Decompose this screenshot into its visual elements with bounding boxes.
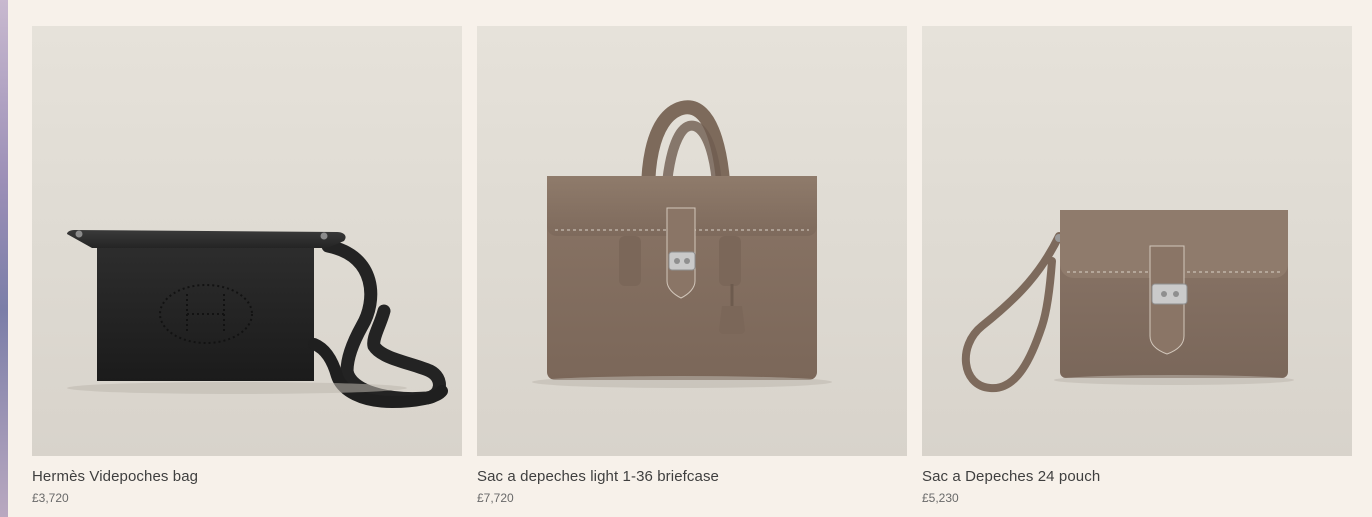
product-card-videpoches-bag[interactable]: Hermès Videpoches bag £3,720 — [32, 26, 462, 517]
product-title[interactable]: Sac a Depeches 24 pouch — [922, 468, 1352, 486]
product-image-briefcase[interactable] — [477, 26, 907, 456]
product-card-pouch[interactable]: Sac a Depeches 24 pouch £5,230 — [922, 26, 1352, 517]
product-price: £3,720 — [32, 491, 69, 505]
product-grid: Hermès Videpoches bag £3,720 Sac a depec… — [32, 26, 1353, 517]
product-title[interactable]: Sac a depeches light 1-36 briefcase — [477, 468, 907, 486]
taupe-leather-briefcase-icon — [532, 100, 832, 388]
product-image-pouch[interactable] — [922, 26, 1352, 456]
product-title[interactable]: Hermès Videpoches bag — [32, 468, 462, 486]
black-leather-crossbody-bag-icon — [67, 230, 448, 409]
left-edge-strip — [0, 0, 8, 517]
product-image-videpoches-bag[interactable] — [32, 26, 462, 456]
product-card-briefcase[interactable]: Sac a depeches light 1-36 briefcase £7,7… — [477, 26, 907, 517]
product-price: £5,230 — [922, 491, 959, 505]
taupe-leather-wristlet-pouch-icon — [961, 210, 1294, 393]
product-price: £7,720 — [477, 491, 514, 505]
